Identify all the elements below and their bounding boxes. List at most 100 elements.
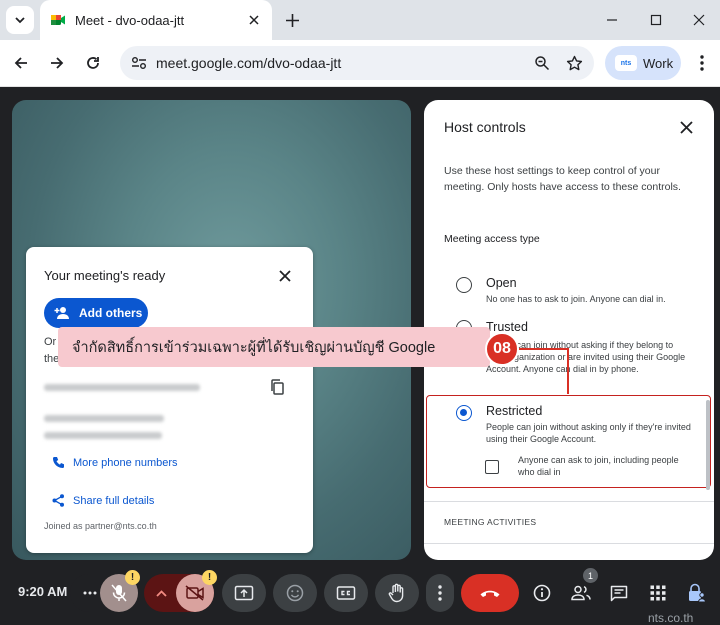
phone-icon — [53, 457, 64, 468]
copy-icon[interactable] — [267, 377, 287, 397]
annotation-callout: จำกัดสิทธิ์การเข้าร่วมเฉพาะผู้ที่ได้รับเ… — [58, 327, 490, 367]
browser-toolbar: meet.google.com/dvo-odaa-jtt nts Work — [0, 40, 720, 87]
info-icon — [533, 584, 551, 602]
browser-tab-strip: Meet - dvo-odaa-jtt — [0, 0, 720, 40]
google-meet-icon — [51, 15, 65, 25]
more-vert-icon — [438, 585, 442, 601]
browser-menu-button[interactable] — [690, 50, 714, 76]
present-screen-button[interactable] — [222, 574, 266, 612]
chevron-up-icon — [155, 589, 167, 597]
meeting-ready-card: Your meeting's ready Add others Or the M… — [26, 247, 313, 553]
camera-warning-icon: ! — [202, 570, 217, 585]
zoom-icon[interactable] — [530, 51, 554, 75]
option-restricted-label: Restricted — [486, 404, 543, 418]
host-controls-title: Host controls — [444, 119, 526, 135]
radio-open[interactable] — [456, 277, 472, 293]
share-full-details-link[interactable]: Share full details — [52, 494, 154, 507]
share-full-details-label: Share full details — [73, 494, 155, 507]
new-tab-button[interactable] — [280, 8, 304, 32]
reactions-button[interactable] — [273, 574, 317, 612]
divider — [424, 543, 714, 544]
more-horiz-icon — [83, 591, 97, 595]
lock-person-icon — [689, 583, 707, 603]
chat-button[interactable] — [606, 580, 632, 606]
people-button[interactable] — [568, 580, 594, 606]
mic-off-icon — [111, 584, 127, 602]
minimize-icon — [607, 19, 617, 21]
panel-scrollbar[interactable] — [706, 400, 710, 490]
more-phone-numbers-link[interactable]: More phone numbers — [52, 456, 178, 469]
mic-warning-icon: ! — [125, 570, 140, 585]
option-open-label: Open — [486, 276, 517, 290]
back-button[interactable] — [8, 50, 34, 76]
meeting-info-button[interactable] — [529, 580, 555, 606]
people-icon — [571, 585, 591, 601]
host-controls-button[interactable] — [684, 580, 710, 606]
tab-title: Meet - dvo-odaa-jtt — [75, 12, 185, 28]
watermark-text: nts.co.th — [648, 611, 694, 625]
meeting-clock: 9:20 AM — [18, 584, 68, 599]
closed-caption-icon — [336, 586, 356, 600]
videocam-off-icon — [185, 585, 204, 601]
url-text: meet.google.com/dvo-odaa-jtt — [156, 55, 342, 71]
browser-tab[interactable]: Meet - dvo-odaa-jtt — [40, 0, 272, 40]
close-icon[interactable] — [675, 116, 697, 138]
add-others-button[interactable]: Add others — [44, 298, 148, 328]
present-to-all-icon — [234, 585, 254, 601]
address-bar[interactable]: meet.google.com/dvo-odaa-jtt — [120, 46, 594, 80]
minimize-button[interactable] — [600, 8, 624, 32]
bookmark-star-icon[interactable] — [562, 51, 586, 75]
raise-hand-button[interactable] — [375, 574, 419, 612]
leave-call-button[interactable] — [461, 574, 519, 612]
option-restricted-description: People can join without asking only if t… — [486, 422, 691, 444]
pin-redacted — [44, 432, 162, 439]
meeting-activities-heading: MEETING ACTIVITIES — [444, 517, 537, 527]
activities-button[interactable] — [645, 580, 671, 606]
joined-as-text: Joined as partner@nts.co.th — [44, 521, 157, 531]
call-end-icon — [480, 590, 500, 597]
add-person-icon — [54, 307, 69, 319]
share-icon — [52, 494, 64, 507]
more-phone-numbers-label: More phone numbers — [73, 456, 178, 469]
ask-to-join-label: Anyone can ask to join, including people… — [518, 455, 679, 477]
profile-button[interactable]: nts Work — [605, 46, 681, 80]
tab-search-button[interactable] — [6, 6, 34, 34]
annotation-text: จำกัดสิทธิ์การเข้าร่วมเฉพาะผู้ที่ได้รับเ… — [72, 339, 436, 356]
ask-to-join-checkbox[interactable] — [485, 460, 499, 474]
divider — [424, 501, 714, 502]
annotation-connector — [519, 348, 569, 350]
hand-icon — [388, 583, 404, 603]
meeting-ready-title: Your meeting's ready — [44, 268, 166, 283]
people-count-badge: 1 — [583, 568, 598, 583]
chevron-down-icon — [15, 17, 25, 24]
arrow-left-icon — [14, 57, 27, 69]
emoji-icon — [286, 584, 304, 602]
close-icon — [693, 14, 705, 26]
meeting-link-redacted — [44, 384, 200, 391]
maximize-icon — [650, 14, 662, 26]
close-icon[interactable] — [244, 10, 264, 30]
chat-icon — [610, 585, 628, 601]
captions-button[interactable] — [324, 574, 368, 612]
window-close-button[interactable] — [687, 8, 711, 32]
arrow-right-icon — [51, 57, 64, 69]
option-open-description: No one has to ask to join. Anyone can di… — [486, 294, 666, 304]
profile-label: Work — [643, 55, 674, 71]
add-others-label: Add others — [79, 306, 143, 320]
apps-grid-icon — [650, 585, 666, 601]
dial-in-redacted — [44, 415, 164, 422]
ready-partial-text-1: Or — [44, 336, 57, 348]
maximize-button[interactable] — [644, 8, 668, 32]
annotation-connector — [567, 348, 569, 394]
more-vert-icon — [700, 55, 704, 71]
radio-restricted[interactable] — [456, 405, 472, 421]
forward-button[interactable] — [44, 50, 70, 76]
host-controls-description: Use these host settings to keep control … — [444, 165, 681, 193]
step-number-badge: 08 — [485, 332, 519, 366]
reload-button[interactable] — [80, 50, 106, 76]
more-options-button[interactable] — [426, 574, 454, 612]
ready-partial-text-2: the — [44, 353, 60, 365]
site-settings-icon[interactable] — [128, 52, 150, 74]
profile-badge: nts — [615, 55, 637, 71]
close-icon[interactable] — [275, 266, 295, 286]
